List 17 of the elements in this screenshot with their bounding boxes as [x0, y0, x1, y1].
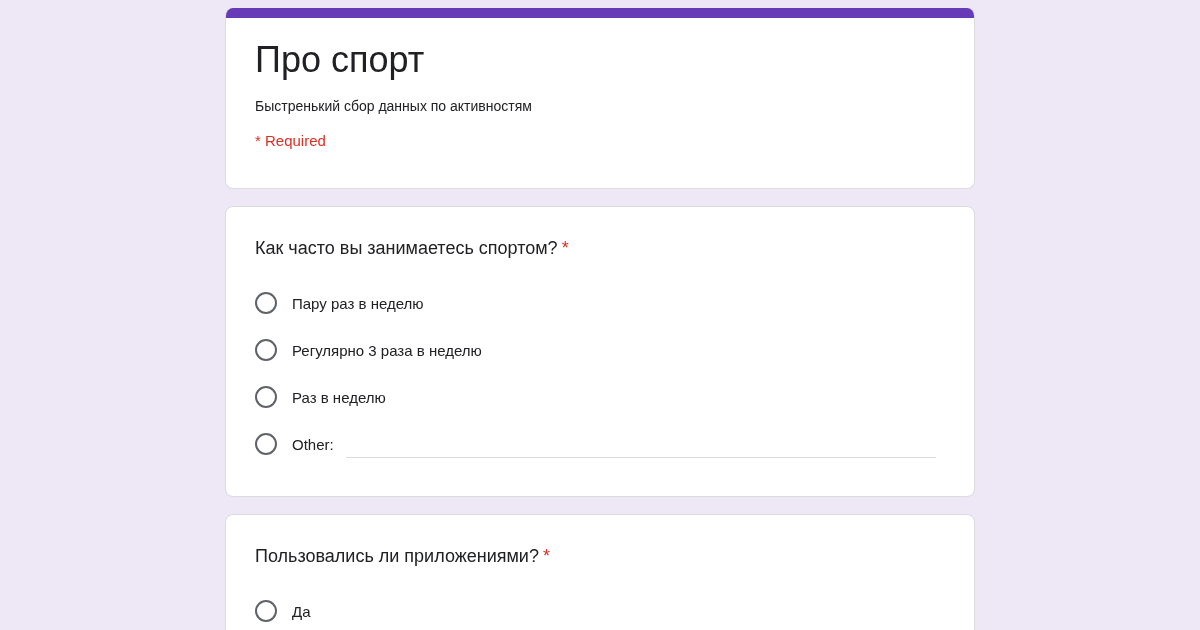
option-label: Раз в неделю	[292, 388, 386, 406]
radio-button[interactable]	[255, 600, 277, 622]
required-asterisk: *	[561, 238, 569, 258]
radio-button[interactable]	[255, 433, 277, 455]
required-note: * Required	[255, 132, 327, 149]
option-label: Пару раз в неделю	[292, 294, 424, 312]
question-title: Пользовались ли приложениями?	[255, 546, 539, 566]
form-title: Про спорт	[255, 38, 426, 82]
form-description: Быстренький сбор данных по активностям	[255, 98, 533, 114]
radio-button[interactable]	[255, 292, 277, 314]
required-asterisk: *	[542, 546, 550, 566]
question-title: Как часто вы занимаетесь спортом?	[255, 238, 558, 258]
radio-button[interactable]	[255, 386, 277, 408]
option-label: Регулярно 3 раза в неделю	[292, 341, 482, 359]
option-label: Да	[292, 602, 311, 620]
radio-button[interactable]	[255, 339, 277, 361]
option-label: Other:	[292, 435, 334, 453]
